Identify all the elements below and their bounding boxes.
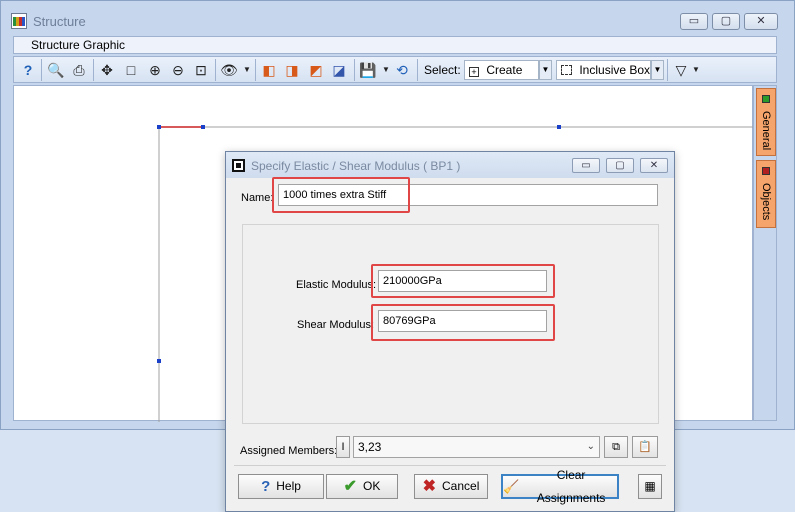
zoom-in-icon[interactable]: ⊕: [145, 60, 165, 80]
zoom-fit-icon[interactable]: ⊡: [191, 60, 211, 80]
move-icon[interactable]: ✥: [97, 60, 117, 80]
menu-structure-graphic[interactable]: Structure Graphic: [31, 38, 125, 52]
save-icon[interactable]: 💾: [358, 60, 378, 80]
toolbar-separator: [667, 59, 668, 81]
toolbar-separator: [255, 59, 256, 81]
chevron-down-icon: ⌄: [586, 441, 595, 452]
toolbar-separator: [417, 59, 418, 81]
view-icon[interactable]: 👁: [219, 60, 239, 80]
inclusive-box-icon: [561, 65, 572, 75]
paste-members-button[interactable]: 📋: [632, 436, 658, 458]
text-cursor-icon: I: [341, 441, 345, 453]
filter-dropdown-icon[interactable]: ▼: [686, 60, 706, 80]
cube3-icon[interactable]: ◩: [306, 60, 326, 80]
calculator-button[interactable]: ▦: [638, 474, 662, 499]
ok-button[interactable]: ✔ OK: [326, 474, 398, 499]
window-titlebar: Structure ▭ ▢ ✕: [1, 1, 794, 35]
app-bar-chart-icon: [11, 13, 27, 29]
objects-red-square-icon: [762, 167, 770, 175]
print-icon[interactable]: ⎙: [69, 60, 89, 80]
ok-button-label: OK: [363, 479, 381, 493]
window-maximize-button[interactable]: ▢: [712, 13, 740, 30]
menu-bar: Structure Graphic: [13, 36, 777, 54]
window-title: Structure: [33, 14, 86, 29]
broom-icon: 🧹: [503, 479, 520, 494]
box-icon[interactable]: □: [121, 60, 141, 80]
shear-modulus-label: Shear Modulus:: [297, 319, 375, 331]
clear-assignments-button[interactable]: 🧹 Clear Assignments: [501, 468, 619, 505]
modulus-dialog: Specify Elastic / Shear Modulus ( BP1 ) …: [225, 151, 675, 512]
tab-objects-label: Objects: [760, 183, 772, 221]
elastic-modulus-label: Elastic Modulus:: [296, 279, 377, 291]
assigned-members-combo[interactable]: 3,23 ⌄: [353, 436, 600, 458]
select-mode-value: Create: [486, 63, 523, 77]
refresh-icon[interactable]: ⟲: [392, 60, 412, 80]
toolbar-separator: [93, 59, 94, 81]
tab-objects[interactable]: Objects: [756, 160, 776, 228]
window-minimize-button[interactable]: ▭: [680, 13, 708, 30]
select-mode-combo[interactable]: + Create: [464, 60, 540, 80]
assigned-members-label: Assigned Members:: [240, 445, 338, 457]
node-marker[interactable]: [157, 359, 161, 363]
chevron-down-icon: ▼: [651, 61, 663, 79]
tab-general[interactable]: General: [756, 88, 776, 156]
node-marker[interactable]: [201, 125, 205, 129]
toolbar-separator: [354, 59, 355, 81]
tab-general-label: General: [760, 111, 772, 151]
help-button[interactable]: ? Help: [238, 474, 324, 499]
dialog-title: Specify Elastic / Shear Modulus ( BP1 ): [251, 159, 461, 173]
create-plus-icon: +: [469, 67, 479, 77]
copy-members-button[interactable]: ⧉: [604, 436, 628, 458]
assigned-members-value: 3,23: [358, 440, 382, 454]
select-mode-dropdown[interactable]: ▼: [538, 60, 552, 80]
node-marker[interactable]: [157, 125, 161, 129]
cube2-icon[interactable]: ◨: [282, 60, 302, 80]
calculator-icon: ▦: [644, 479, 656, 493]
toolbar-separator: [41, 59, 42, 81]
cancel-button[interactable]: ✖ Cancel: [414, 474, 488, 499]
help-button-label: Help: [276, 479, 301, 493]
cube1-icon[interactable]: ◧: [259, 60, 279, 80]
copy-icon: ⧉: [612, 441, 620, 453]
graphic-toolbar: ? 🔍 ⎙ ✥ □ ⊕ ⊖ ⊡ 👁 ▼ ◧ ◨ ◩ ◪ 💾 ▼ ⟲ Select…: [13, 56, 777, 83]
dialog-app-icon: [232, 159, 245, 172]
dialog-maximize-button[interactable]: ▢: [606, 158, 634, 173]
help-icon[interactable]: ?: [18, 60, 38, 80]
side-tab-bar: General Objects: [753, 85, 777, 421]
name-label: Name:: [241, 192, 274, 204]
cube4-icon[interactable]: ◪: [329, 60, 349, 80]
highlight-box-shear: [371, 304, 555, 341]
checkmark-icon: ✔: [343, 478, 358, 495]
dialog-minimize-button[interactable]: ▭: [572, 158, 600, 173]
clear-assignments-label: Clear Assignments: [536, 467, 606, 505]
selection-box-combo[interactable]: Inclusive Box: [556, 60, 652, 80]
highlight-box-name: [272, 177, 410, 213]
node-marker[interactable]: [557, 125, 561, 129]
print-preview-icon[interactable]: 🔍: [46, 60, 66, 80]
cancel-x-icon: ✖: [422, 478, 437, 495]
selection-box-value: Inclusive Box: [579, 63, 651, 77]
toolbar-separator: [215, 59, 216, 81]
selection-box-dropdown[interactable]: ▼: [650, 60, 664, 80]
select-label: Select:: [424, 63, 461, 77]
help-icon: ?: [261, 478, 271, 495]
dialog-titlebar: Specify Elastic / Shear Modulus ( BP1 ) …: [226, 152, 674, 178]
general-green-square-icon: [762, 95, 770, 103]
zoom-out-icon[interactable]: ⊖: [168, 60, 188, 80]
chevron-down-icon: ▼: [539, 61, 551, 79]
window-close-button[interactable]: ✕: [744, 13, 778, 30]
view-dropdown-icon[interactable]: ▼: [237, 60, 257, 80]
paste-icon: 📋: [638, 441, 652, 453]
dialog-close-button[interactable]: ✕: [640, 158, 668, 173]
highlight-box-elastic: [371, 264, 555, 298]
cursor-select-button[interactable]: I: [336, 436, 350, 458]
cancel-button-label: Cancel: [442, 479, 480, 493]
